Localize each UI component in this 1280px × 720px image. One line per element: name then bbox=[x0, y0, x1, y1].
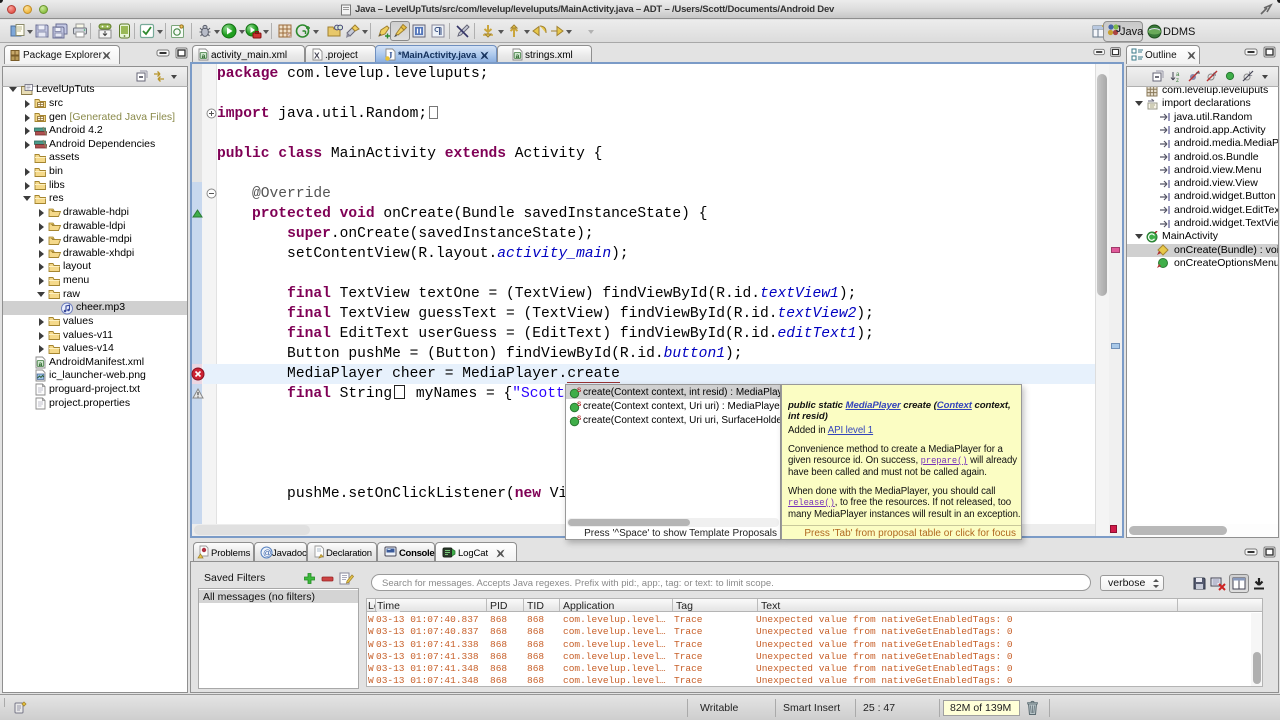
svg-text:S: S bbox=[577, 415, 582, 422]
svg-text:s: s bbox=[1213, 72, 1216, 78]
svg-text:L: L bbox=[1249, 72, 1253, 78]
svg-text:S: S bbox=[577, 401, 582, 408]
svg-text:@: @ bbox=[263, 548, 272, 558]
svg-text:S: S bbox=[577, 387, 582, 394]
svg-text:z: z bbox=[1176, 78, 1179, 83]
